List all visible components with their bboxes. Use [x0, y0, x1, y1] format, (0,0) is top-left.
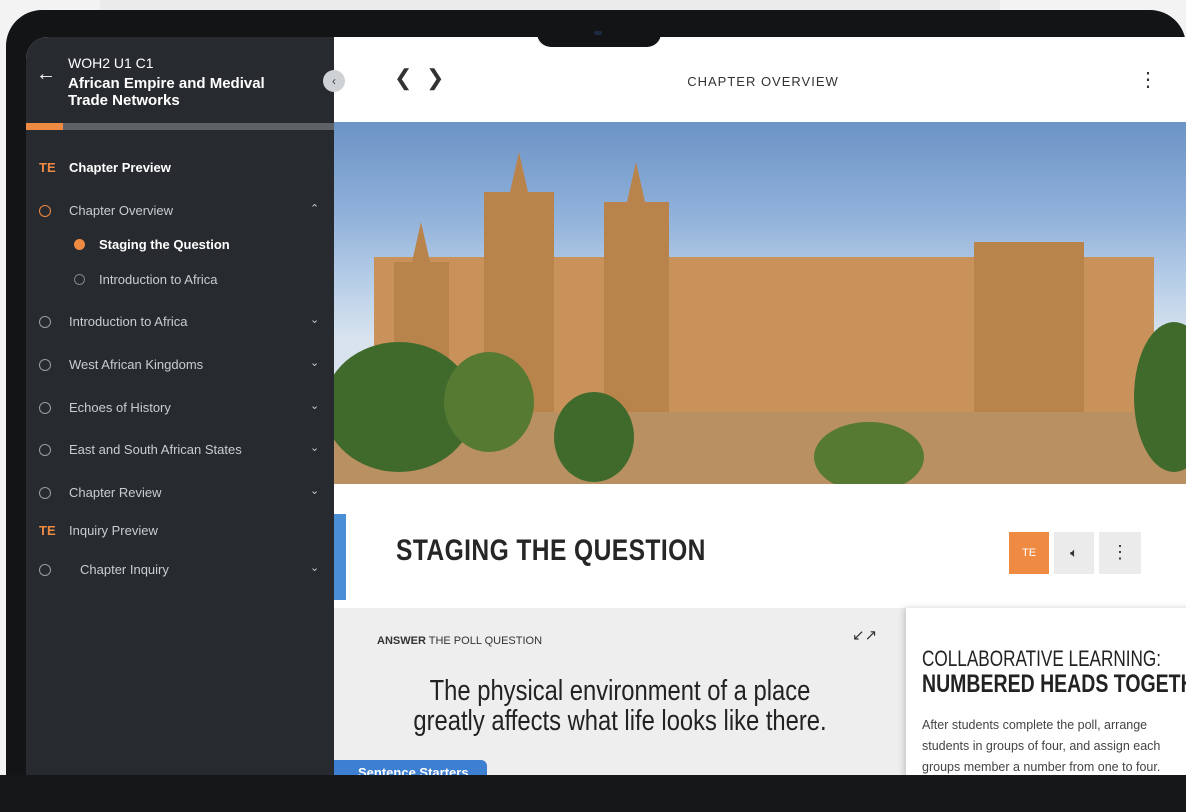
device-bottom-bezel [0, 775, 1186, 812]
sidebar-item-echoes-of-history[interactable]: Echoes of History ⌄ [26, 395, 334, 423]
poll-kicker-bold: ANSWER [377, 635, 426, 647]
hero-tree [444, 352, 534, 452]
hero-spire [627, 162, 645, 202]
section-accent-bar [334, 514, 346, 600]
sidebar-item-west-african-kingdoms[interactable]: West African Kingdoms ⌄ [26, 352, 334, 380]
section-title: STAGING THE QUESTION [396, 534, 706, 567]
main-content: ❮ ❯ CHAPTER OVERVIEW ⋮ STAGING THE QUEST… [334, 37, 1186, 785]
poll-question: The physical environment of a place grea… [413, 675, 827, 737]
poll-kicker-rest: THE POLL QUESTION [428, 635, 543, 647]
progress-circle-icon [74, 274, 85, 285]
chevron-up-icon[interactable]: ⌃ [310, 202, 319, 215]
course-code: WOH2 U1 C1 [68, 55, 154, 71]
te-badge: TE [39, 523, 56, 538]
section-more-button[interactable]: ⋮ [1099, 532, 1141, 574]
hero-image-great-mosque [334, 122, 1186, 484]
te-badge: TE [39, 160, 56, 175]
sidebar-item-label: Chapter Inquiry [80, 562, 169, 577]
poll-kicker: ANSWER THE POLL QUESTION [377, 635, 542, 647]
progress-circle-icon [39, 205, 51, 217]
sidebar: ← WOH2 U1 C1 African Empire and Medival … [26, 37, 334, 785]
sidebar-item-chapter-review[interactable]: Chapter Review ⌄ [26, 480, 334, 508]
chevron-down-icon[interactable]: ⌄ [310, 313, 319, 326]
progress-circle-icon [39, 316, 51, 328]
sidebar-subitem-staging-the-question[interactable]: Staging the Question [26, 233, 334, 259]
course-title: African Empire and Medival Trade Network… [68, 75, 265, 109]
sidebar-item-chapter-inquiry[interactable]: Chapter Inquiry ⌄ [26, 557, 334, 585]
teacher-edition-button[interactable]: TE [1009, 532, 1049, 574]
sidebar-item-label: Chapter Review [69, 485, 162, 500]
sidebar-item-label: East and South African States [69, 442, 242, 457]
top-bar: ❮ ❯ CHAPTER OVERVIEW ⋮ [334, 37, 1186, 122]
course-progress-bar [26, 123, 334, 130]
sidebar-subitem-label: Introduction to Africa [99, 272, 218, 287]
audio-button[interactable]: 🔈︎ [1054, 532, 1094, 574]
chevron-down-icon[interactable]: ⌄ [310, 561, 319, 574]
collaborative-learning-panel: COLLABORATIVE LEARNING: NUMBERED HEADS T… [906, 608, 1186, 785]
sidebar-subitem-introduction-to-africa[interactable]: Introduction to Africa [26, 268, 334, 294]
collab-title-line1: COLLABORATIVE LEARNING: [922, 646, 1162, 671]
hero-tree [554, 392, 634, 482]
sidebar-subitem-label: Staging the Question [99, 237, 230, 252]
collab-title-line2: NUMBERED HEADS TOGETHER [922, 670, 1186, 698]
sidebar-item-introduction-to-africa[interactable]: Introduction to Africa ⌄ [26, 309, 334, 337]
more-options-icon[interactable]: ⋮ [1138, 67, 1158, 92]
hero-tree [814, 422, 924, 484]
course-progress-fill [26, 123, 63, 130]
sidebar-item-chapter-overview[interactable]: Chapter Overview ⌃ [26, 198, 334, 226]
back-arrow-icon[interactable]: ← [36, 63, 56, 86]
progress-circle-icon [39, 402, 51, 414]
sidebar-item-label: Introduction to Africa [69, 314, 188, 329]
sidebar-item-inquiry-preview[interactable]: TE Inquiry Preview [26, 518, 334, 546]
poll-panel: ANSWER THE POLL QUESTION ↙↗ The physical… [334, 608, 906, 785]
progress-circle-icon [39, 444, 51, 456]
chevron-down-icon[interactable]: ⌄ [310, 484, 319, 497]
device: ← WOH2 U1 C1 African Empire and Medival … [0, 0, 1186, 812]
hero-spire [412, 222, 430, 262]
chevron-down-icon[interactable]: ⌄ [310, 399, 319, 412]
progress-circle-icon [39, 564, 51, 576]
device-frame: ← WOH2 U1 C1 African Empire and Medival … [6, 10, 1186, 812]
sidebar-item-label: Inquiry Preview [69, 523, 158, 538]
page-title: CHAPTER OVERVIEW [687, 74, 839, 89]
screen: ← WOH2 U1 C1 African Empire and Medival … [26, 37, 1186, 785]
kebab-icon: ⋮ [1111, 542, 1129, 562]
sidebar-item-label: Chapter Overview [69, 203, 174, 218]
sidebar-item-east-and-south-african-states[interactable]: East and South African States ⌄ [26, 437, 334, 465]
sidebar-item-chapter-preview[interactable]: TE Chapter Preview [26, 155, 334, 183]
hero-spire [510, 152, 528, 192]
progress-circle-icon [39, 487, 51, 499]
sidebar-item-label: Chapter Preview [69, 160, 171, 175]
camera-icon [594, 31, 602, 35]
sidebar-item-label: Echoes of History [69, 400, 171, 415]
chevron-down-icon[interactable]: ⌄ [310, 441, 319, 454]
device-notch [537, 10, 661, 47]
progress-circle-icon [39, 359, 51, 371]
collab-body: After students complete the poll, arrang… [922, 718, 1161, 774]
sidebar-item-label: West African Kingdoms [69, 357, 204, 372]
expand-icon[interactable]: ↙↗ [852, 626, 877, 644]
chevron-down-icon[interactable]: ⌄ [310, 356, 319, 369]
active-dot-icon [74, 239, 85, 250]
collapse-sidebar-button[interactable]: ‹ [323, 70, 345, 92]
speaker-icon: 🔈︎ [1070, 545, 1078, 560]
